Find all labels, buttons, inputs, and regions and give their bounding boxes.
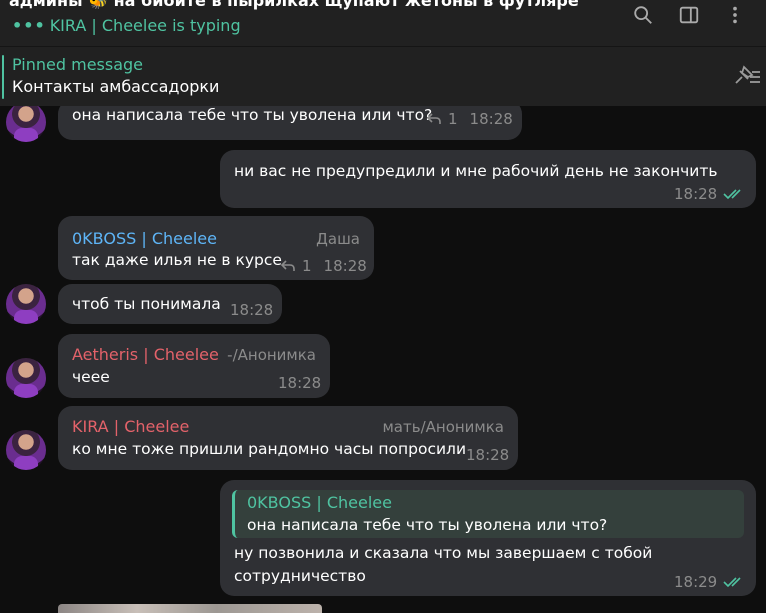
search-button[interactable] [620, 0, 666, 30]
message-time: 18:28 [278, 374, 322, 392]
message-bubble[interactable]: ни вас не предупредили и мне рабочий ден… [220, 150, 756, 208]
typing-dots: ••• [12, 16, 46, 35]
message-text: чеее [72, 368, 110, 386]
message-time: 18:28 [323, 257, 367, 275]
photo-message[interactable] [58, 604, 322, 613]
message-text: так даже илья не в курсе [72, 251, 282, 269]
sender-name[interactable]: 0KBOSS | Cheelee [72, 228, 217, 250]
messages-list: она написала тебе что ты уволена или что… [0, 106, 766, 613]
sender-name[interactable]: KIRA | Cheelee [72, 416, 189, 438]
search-icon [634, 6, 652, 24]
reply-icon [280, 260, 295, 271]
avatar[interactable] [6, 358, 46, 398]
message-meta: 18:28 [466, 444, 509, 466]
message-time: 18:28 [466, 446, 510, 464]
pinned-message-bar[interactable]: Pinned message Контакты амбассадорки [0, 46, 766, 106]
message-text: ко мне тоже пришли рандомно часы попроси… [72, 440, 467, 458]
avatar[interactable] [6, 106, 46, 142]
message-text-line-1: ну позвонила и сказала что мы завершаем … [234, 544, 653, 562]
message-bubble[interactable]: KIRA | Cheelee мать/Анонимка ко мне тоже… [58, 406, 518, 470]
message-time: 18:28 [674, 185, 718, 203]
message-time: 18:29 [674, 573, 718, 591]
reply-icon [426, 113, 441, 124]
sender-rank: -/Анонимка [227, 346, 316, 364]
reply-count[interactable]: 1 [302, 255, 312, 277]
message-text: чтоб ты понимала [72, 295, 221, 313]
message-bubble[interactable]: чтоб ты понимала 18:28 [58, 284, 282, 324]
pinned-text: Контакты амбассадорки [12, 77, 220, 96]
sidebar-toggle-button[interactable] [666, 0, 712, 30]
message-meta: 1 18:28 [280, 255, 367, 277]
message-meta: 18:28 [230, 299, 273, 321]
more-vertical-icon [733, 6, 737, 24]
message-text-line-2: сотрудничество [234, 567, 366, 585]
avatar[interactable] [6, 284, 46, 324]
message-text: ни вас не предупредили и мне рабочий ден… [234, 162, 718, 180]
reply-quote[interactable]: 0KBOSS | Cheelee она написала тебе что т… [232, 490, 744, 538]
message-bubble[interactable]: 0KBOSS | Cheelee Даша так даже илья не в… [58, 216, 374, 280]
sender-rank: Даша [316, 230, 360, 248]
message-text: она написала тебе что ты уволена или что… [72, 106, 433, 124]
typing-status-text: KIRA | Cheelee is typing [49, 16, 241, 35]
pinned-title: Pinned message [12, 55, 144, 74]
quote-sender: 0KBOSS | Cheelee [247, 493, 392, 512]
sender-rank: мать/Анонимка [382, 418, 504, 436]
message-meta: 1 18:28 [426, 108, 513, 130]
reply-count[interactable]: 1 [448, 108, 458, 130]
sender-name[interactable]: Aetheris | Cheelee [72, 344, 219, 366]
message-bubble[interactable]: она написала тебе что ты уволена или что… [58, 106, 522, 140]
message-time: 18:28 [230, 301, 274, 319]
unpin-icon[interactable] [728, 63, 762, 89]
more-button[interactable] [712, 0, 758, 30]
quote-text: она написала тебе что ты уволена или что… [247, 516, 608, 534]
message-meta: 18:28 [674, 183, 745, 205]
pinned-indicator [2, 55, 4, 99]
sidebar-icon [679, 6, 699, 24]
header-actions [620, 0, 758, 30]
message-meta: 18:29 [674, 571, 745, 593]
message-time: 18:28 [469, 110, 513, 128]
message-meta: 18:28 [278, 372, 321, 394]
message-bubble[interactable]: 0KBOSS | Cheelee она написала тебе что т… [220, 480, 756, 596]
chat-header: админы 🐝 на бибите в пырилках щупают жет… [0, 0, 766, 46]
double-check-icon [723, 577, 741, 588]
chat-title[interactable]: админы 🐝 на бибите в пырилках щупают жет… [9, 0, 579, 10]
double-check-icon [723, 189, 741, 200]
avatar[interactable] [6, 430, 46, 470]
message-bubble[interactable]: Aetheris | Cheelee -/Анонимка чеее 18:28 [58, 334, 330, 398]
typing-status: ••• KIRA | Cheelee is typing [12, 16, 241, 35]
